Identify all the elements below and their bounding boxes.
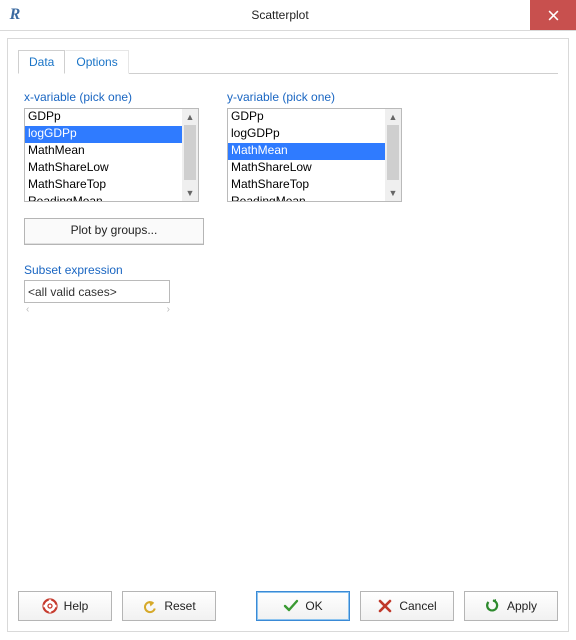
chevron-down-icon[interactable]: ▼ xyxy=(182,185,198,201)
list-item[interactable]: MathMean xyxy=(25,143,182,160)
apply-icon xyxy=(485,598,501,614)
undo-icon xyxy=(142,598,158,614)
subset-scroll[interactable]: ‹ › xyxy=(24,303,172,317)
plot-by-groups-button[interactable]: Plot by groups... xyxy=(24,218,204,245)
list-item[interactable]: MathShareLow xyxy=(25,160,182,177)
list-item[interactable]: GDPp xyxy=(25,109,182,126)
apply-label: Apply xyxy=(507,599,537,613)
reset-label: Reset xyxy=(164,599,195,613)
x-variable-group: x-variable (pick one) GDPplogGDPpMathMea… xyxy=(24,90,199,202)
x-variable-label: x-variable (pick one) xyxy=(24,90,199,104)
list-item[interactable]: MathShareTop xyxy=(25,177,182,194)
subset-expression-input[interactable] xyxy=(24,280,170,303)
list-item[interactable]: logGDPp xyxy=(25,126,182,143)
ok-label: OK xyxy=(305,599,322,613)
scrollbar-thumb[interactable] xyxy=(184,125,196,180)
y-variable-group: y-variable (pick one) GDPplogGDPpMathMea… xyxy=(227,90,402,202)
dialog-panel: Data Options x-variable (pick one) GDPpl… xyxy=(7,38,569,632)
cancel-icon xyxy=(377,598,393,614)
y-variable-list[interactable]: GDPplogGDPpMathMeanMathShareLowMathShare… xyxy=(227,108,402,202)
tabbody-data: x-variable (pick one) GDPplogGDPpMathMea… xyxy=(18,74,558,323)
subset-expression-label: Subset expression xyxy=(24,263,552,277)
check-icon xyxy=(283,598,299,614)
tab-data[interactable]: Data xyxy=(18,50,65,74)
cancel-button[interactable]: Cancel xyxy=(360,591,454,621)
scrollbar[interactable]: ▲ ▼ xyxy=(182,109,198,201)
list-item[interactable]: MathShareTop xyxy=(228,177,385,194)
app-icon: R xyxy=(0,0,30,30)
list-item[interactable]: ReadingMean xyxy=(25,194,182,201)
close-icon xyxy=(548,10,559,21)
window-title: Scatterplot xyxy=(30,0,530,30)
cancel-label: Cancel xyxy=(399,599,436,613)
list-item[interactable]: GDPp xyxy=(228,109,385,126)
titlebar: R Scatterplot xyxy=(0,0,576,31)
chevron-left-icon[interactable]: ‹ xyxy=(26,303,29,317)
chevron-down-icon[interactable]: ▼ xyxy=(385,185,401,201)
x-variable-list[interactable]: GDPplogGDPpMathMeanMathShareLowMathShare… xyxy=(24,108,199,202)
list-item[interactable]: MathMean xyxy=(228,143,385,160)
help-label: Help xyxy=(64,599,89,613)
tabstrip: Data Options xyxy=(18,49,558,74)
reset-button[interactable]: Reset xyxy=(122,591,216,621)
tab-options[interactable]: Options xyxy=(65,50,128,74)
ok-button[interactable]: OK xyxy=(256,591,350,621)
list-item[interactable]: ReadingMean xyxy=(228,194,385,201)
chevron-right-icon[interactable]: › xyxy=(167,303,170,317)
close-button[interactable] xyxy=(530,0,576,30)
y-variable-label: y-variable (pick one) xyxy=(227,90,402,104)
dialog-button-bar: Help Reset OK Cancel xyxy=(18,591,558,621)
apply-button[interactable]: Apply xyxy=(464,591,558,621)
chevron-up-icon[interactable]: ▲ xyxy=(385,109,401,125)
scrollbar[interactable]: ▲ ▼ xyxy=(385,109,401,201)
list-item[interactable]: MathShareLow xyxy=(228,160,385,177)
help-icon xyxy=(42,598,58,614)
list-item[interactable]: logGDPp xyxy=(228,126,385,143)
help-button[interactable]: Help xyxy=(18,591,112,621)
chevron-up-icon[interactable]: ▲ xyxy=(182,109,198,125)
scrollbar-thumb[interactable] xyxy=(387,125,399,180)
